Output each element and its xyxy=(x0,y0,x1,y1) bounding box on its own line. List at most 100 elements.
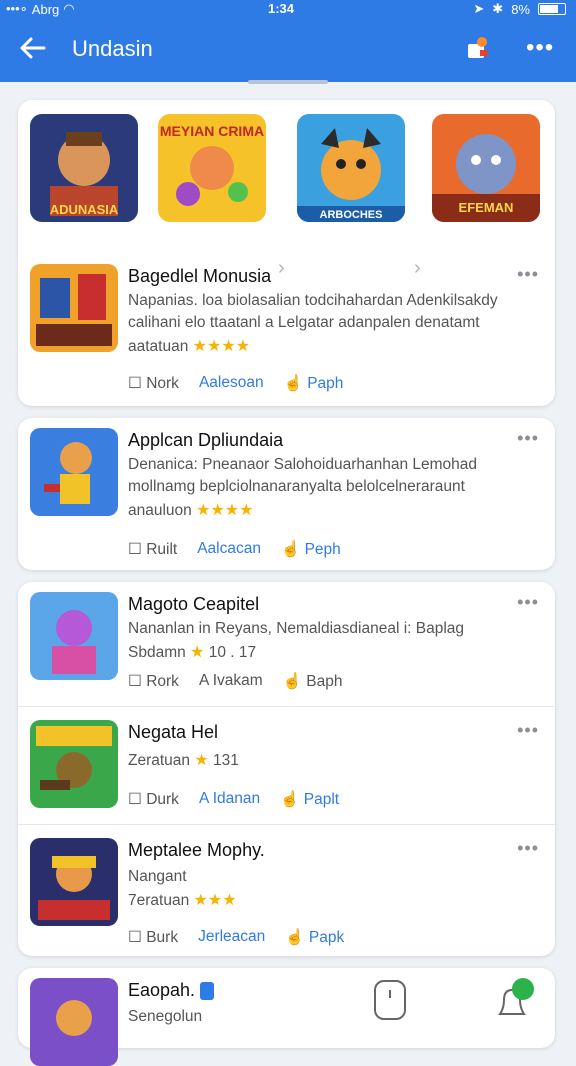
battery-text: 8% xyxy=(511,1,530,17)
featured-label-4: EFEMAN xyxy=(459,200,514,215)
meta-text: aatatuan xyxy=(128,338,189,355)
app-icon xyxy=(30,428,118,516)
app-actions: ☐ Ruilt Aalcacan ☝ Peph xyxy=(128,540,341,559)
like-label: Baph xyxy=(306,673,343,690)
meta-text: anauluon xyxy=(128,502,192,519)
chevron-right-icon: › xyxy=(278,257,285,279)
app-link[interactable]: Aalesoan xyxy=(199,374,264,393)
carrier-text: Abrg xyxy=(31,1,60,17)
notification-dot-icon xyxy=(512,978,534,1000)
app-meta: anauluon ★★★★ xyxy=(128,500,253,520)
app-link[interactable]: A Ivakam xyxy=(199,672,263,691)
app-meta: 7eratuan ★★★ xyxy=(128,890,237,910)
bookmark-action[interactable]: ☐ Nork xyxy=(128,374,179,393)
bookmark-action[interactable]: ☐ Durk xyxy=(128,790,179,809)
app-card: Magoto Ceapitel Nananlan in Reyans, Nema… xyxy=(18,582,555,956)
like-action[interactable]: ☝ Baph xyxy=(283,672,343,691)
app-link[interactable]: Aalcacan xyxy=(197,540,261,559)
app-meta: Sbdamn ★ 10 . 17 xyxy=(128,642,256,662)
divider xyxy=(18,706,555,707)
app-description: Nangant xyxy=(128,868,187,885)
app-icon xyxy=(30,720,118,808)
kebab-icon[interactable]: ••• xyxy=(517,592,539,613)
status-left: •••∘ Abrg ◠ xyxy=(6,1,75,17)
like-action[interactable]: ☝ Papk xyxy=(285,928,344,947)
kebab-icon[interactable]: ••• xyxy=(517,428,539,449)
featured-thumb-4[interactable]: EFEMAN xyxy=(432,114,540,222)
page-title: Undasin xyxy=(72,36,153,61)
status-right: ➤ ✱ 8% xyxy=(473,1,566,17)
app-icon xyxy=(30,592,118,680)
app-name: Applcan Dpliundaia xyxy=(128,430,284,450)
app-name: Negata Hel xyxy=(128,722,219,742)
app-name: Bagedlel Monusia xyxy=(128,266,272,286)
like-action[interactable]: ☝ Paplt xyxy=(280,790,339,809)
app-description: Denanica: Pneanaor Salohoiduarhanhan Lem… xyxy=(128,456,478,495)
like-label: Papk xyxy=(308,929,345,946)
app-icon xyxy=(30,838,118,926)
app-description: Nananlan in Reyans, Nemaldiasdianeal i: … xyxy=(128,620,465,637)
featured-card: ADUNASIA MEYIAN CRIMA › ARBOCHES › EFEMA… xyxy=(18,100,555,406)
like-label: Paph xyxy=(307,375,344,392)
chevron-right-icon: › xyxy=(414,257,421,279)
app-actions: ☐ Durk A Idanan ☝ Paplt xyxy=(128,790,339,809)
featured-thumb-1[interactable]: ADUNASIA xyxy=(30,114,138,222)
app-actions: ☐ Rork A Ivakam ☝ Baph xyxy=(128,672,343,691)
divider xyxy=(18,824,555,825)
featured-thumb-2[interactable]: MEYIAN CRIMA xyxy=(158,114,266,222)
app-icon xyxy=(30,264,118,352)
kebab-icon[interactable]: ••• xyxy=(517,720,539,741)
app-actions: ☐ Nork Aalesoan ☝ Paph xyxy=(128,374,343,393)
app-description: Napanias. loa biolasalian todcihahardan … xyxy=(128,292,498,331)
app-name: Magoto Ceapitel xyxy=(128,594,260,614)
bluetooth-icon: ✱ xyxy=(492,1,504,16)
status-bar: •••∘ Abrg ◠ 1:34 ➤ ✱ 8% xyxy=(0,0,576,18)
bookmark-label: Durk xyxy=(146,791,179,808)
mouse-icon[interactable] xyxy=(374,980,406,1020)
featured-label-2: MEYIAN CRIMA xyxy=(160,123,264,139)
app-link[interactable]: A Idanan xyxy=(199,790,260,809)
rating-stars: ★ xyxy=(190,644,205,661)
bookmark-label: Rork xyxy=(146,673,179,690)
bookmark-label: Burk xyxy=(146,929,179,946)
like-label: Peph xyxy=(304,541,341,558)
location-icon: ➤ xyxy=(473,1,485,16)
app-actions: ☐ Burk Jerleacan ☝ Papk xyxy=(128,928,344,947)
wifi-icon: ◠ xyxy=(63,1,75,16)
like-label: Paplt xyxy=(303,791,340,808)
battery-icon xyxy=(538,3,566,15)
cart-icon[interactable] xyxy=(466,36,492,62)
meta-text: 7eratuan xyxy=(128,892,190,909)
app-name: Meptalee Mophy. xyxy=(128,840,265,860)
bookmark-action[interactable]: ☐ Burk xyxy=(128,928,178,947)
featured-label-1: ADUNASIA xyxy=(50,202,119,217)
rating-stars: ★★★ xyxy=(193,892,237,909)
like-action[interactable]: ☝ Peph xyxy=(281,540,341,559)
signal-icon: •••∘ xyxy=(6,1,28,16)
like-action[interactable]: ☝ Paph xyxy=(284,374,344,393)
app-meta: Zeratuan ★ 131 xyxy=(128,750,239,770)
bottom-icons xyxy=(0,978,576,1024)
bookmark-label: Ruilt xyxy=(146,541,178,558)
featured-label-3: ARBOCHES xyxy=(320,209,383,221)
meta-text: Sbdamn xyxy=(128,644,186,661)
featured-thumb-3[interactable]: ARBOCHES xyxy=(297,114,405,222)
kebab-icon[interactable]: ••• xyxy=(517,838,539,859)
more-icon[interactable]: ••• xyxy=(526,34,554,62)
bookmark-action[interactable]: ☐ Ruilt xyxy=(128,540,177,559)
clock: 1:34 xyxy=(268,1,295,16)
back-arrow-icon[interactable] xyxy=(18,34,46,68)
kebab-icon[interactable]: ••• xyxy=(517,264,539,285)
rating-stars: ★★★★ xyxy=(192,338,251,355)
app-card: Applcan Dpliundaia Denanica: Pneanaor Sa… xyxy=(18,418,555,570)
rating-stars: ★ xyxy=(194,752,209,769)
app-meta: aatatuan ★★★★ xyxy=(128,336,250,356)
app-link[interactable]: Jerleacan xyxy=(198,928,265,947)
bookmark-action[interactable]: ☐ Rork xyxy=(128,672,179,691)
drag-handle[interactable] xyxy=(248,80,328,84)
app-bar: Undasin ••• xyxy=(0,18,576,82)
rating-value: 10 . 17 xyxy=(208,644,257,661)
bookmark-label: Nork xyxy=(146,375,179,392)
rating-stars: ★★★★ xyxy=(196,502,254,519)
rating-value: 131 xyxy=(213,752,239,769)
